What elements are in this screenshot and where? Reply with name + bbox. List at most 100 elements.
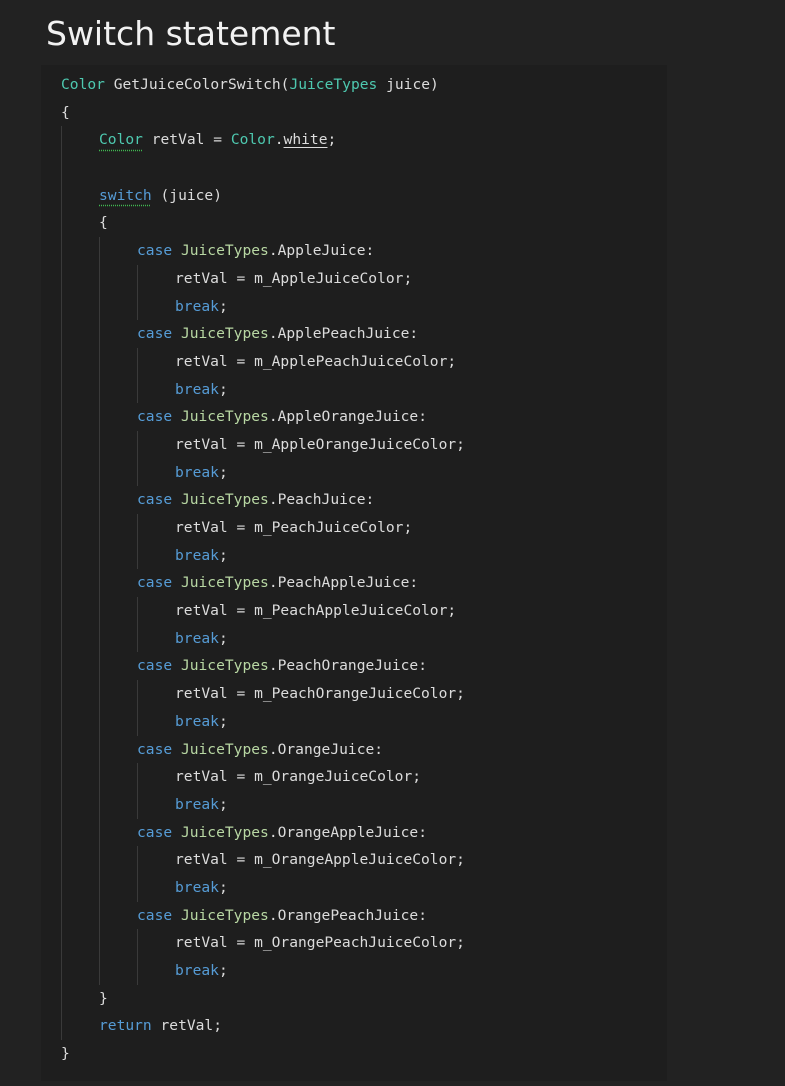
code-line [61,154,465,182]
code-token-plain: ; [218,463,228,481]
indent-guide [61,846,99,874]
indent-guide [137,624,175,653]
code-token-keyword: case [137,657,173,675]
indent-guide [61,514,99,542]
indent-guide [137,929,175,957]
indent-guide [61,624,99,653]
code-line: break; [61,458,465,487]
indent-guide [137,292,175,321]
code-token-plain: ; [218,380,228,398]
code-token-plain: retVal = m_AppleOrangeJuiceColor; [175,435,465,453]
code-line: switch (juice) [61,181,465,210]
code-line: retVal = m_OrangeAppleJuiceColor; [61,846,465,874]
code-line: case JuiceTypes .OrangePeachJuice: [61,901,465,930]
code-token-plain: ; [218,629,228,647]
indent-guide [61,735,99,764]
code-token-plain: } [99,989,108,1007]
code-token-plain: .OrangeJuice: [268,740,384,758]
code-line: case JuiceTypes .PeachOrangeJuice: [61,652,465,681]
indent-guide [61,292,99,321]
indent-guide [137,763,175,791]
code-token-keyword: break [175,712,219,730]
code-line: case JuiceTypes .PeachJuice: [61,486,465,514]
code-token-enum: JuiceTypes [180,740,269,758]
indent-guide [99,264,137,293]
code-line: } [61,984,465,1013]
code-line: retVal = m_PeachAppleJuiceColor; [61,597,465,625]
indent-guide [137,846,175,874]
code-token-plain: .PeachOrangeJuice: [268,657,427,675]
indent-guide [137,430,175,459]
indent-guide [137,458,175,487]
code-token-keyword: break [175,297,219,315]
code-token-enum: JuiceTypes [180,242,269,260]
code-token-keyword: break [175,380,219,398]
indent-guide [61,403,99,431]
code-token-plain: ; [218,962,228,979]
indent-guide [99,541,137,570]
code-token-plain: retVal = m_AppleJuiceColor; [175,269,413,287]
code-token-keyword: case [137,906,173,924]
code-token-plain: GetJuiceColorSwitch( [104,76,290,93]
indent-guide [61,154,99,182]
indent-guide [99,846,137,874]
code-token-plain: .AppleOrangeJuice: [268,408,427,426]
indent-guide [99,790,137,819]
indent-guide [61,486,99,514]
code-line: break; [61,375,465,404]
code-token-keyword: break [175,546,219,564]
indent-guide [99,873,137,902]
code-line: case JuiceTypes .ApplePeachJuice: [61,320,465,348]
code-token-keyword: break [175,629,219,647]
code-token-enum: JuiceTypes [180,574,269,592]
code-line: case JuiceTypes .PeachAppleJuice: [61,569,465,598]
indent-guide [99,569,137,598]
code-token-plain: ; [327,131,337,149]
indent-guide [99,735,137,764]
code-token-plain: juice) [377,76,439,93]
indent-guide [61,707,99,736]
indent-guide [61,763,99,791]
indent-guide [61,680,99,708]
code-block[interactable]: Color GetJuiceColorSwitch( JuiceTypes jui… [41,65,667,1081]
code-token-plain: { [61,103,70,121]
indent-guide [99,929,137,957]
indent-guide [99,624,137,653]
indent-guide [137,375,175,404]
code-line: break; [61,707,465,736]
indent-guide [137,873,175,902]
code-line: case JuiceTypes .OrangeAppleJuice: [61,818,465,847]
code-token-type: Color [61,76,105,93]
indent-guide [61,597,99,625]
code-token-type: Color [230,131,275,149]
indent-guide [99,707,137,736]
indent-guide [137,680,175,708]
code-line: { [61,99,465,127]
indent-guide [137,707,175,736]
code-token-enum: JuiceTypes [180,823,269,841]
code-token-keyword: return [99,1017,152,1035]
code-token-keyword: case [137,408,173,426]
code-token-keyword: break [175,795,219,813]
indent-guide [99,430,137,459]
code-line: retVal = m_AppleJuiceColor; [61,264,465,293]
indent-guide [99,375,137,404]
indent-guide [137,597,175,625]
indent-guide [61,873,99,902]
code-token-plain: (juice) [151,186,223,204]
indent-guide [61,458,99,487]
indent-guide [61,569,99,598]
page-title: Switch statement [46,14,336,53]
code-line: break; [61,541,465,570]
indent-guide [61,790,99,819]
indent-guide [99,514,137,542]
code-token-plain: retVal = m_OrangePeachJuiceColor; [175,934,465,952]
indent-guide [61,181,99,210]
code-line: } [61,1040,465,1068]
